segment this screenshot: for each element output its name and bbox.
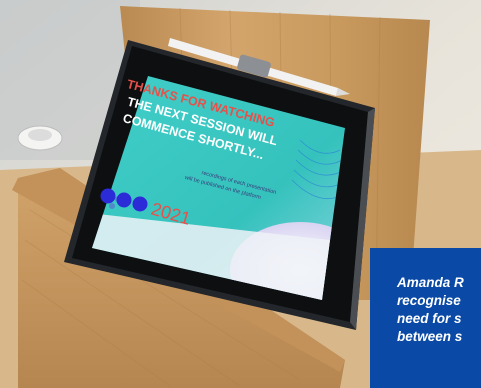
slide-dot-2 — [116, 192, 132, 208]
photo-scene: THANKS FOR WATCHING THE NEXT SESSION WIL… — [0, 0, 481, 388]
caption-box: Amanda R recognise need for s between s — [370, 248, 481, 388]
slide-dot-3 — [132, 196, 148, 212]
slide-dot-1 — [100, 188, 116, 204]
caption-text: Amanda R recognise need for s between s — [397, 275, 464, 344]
